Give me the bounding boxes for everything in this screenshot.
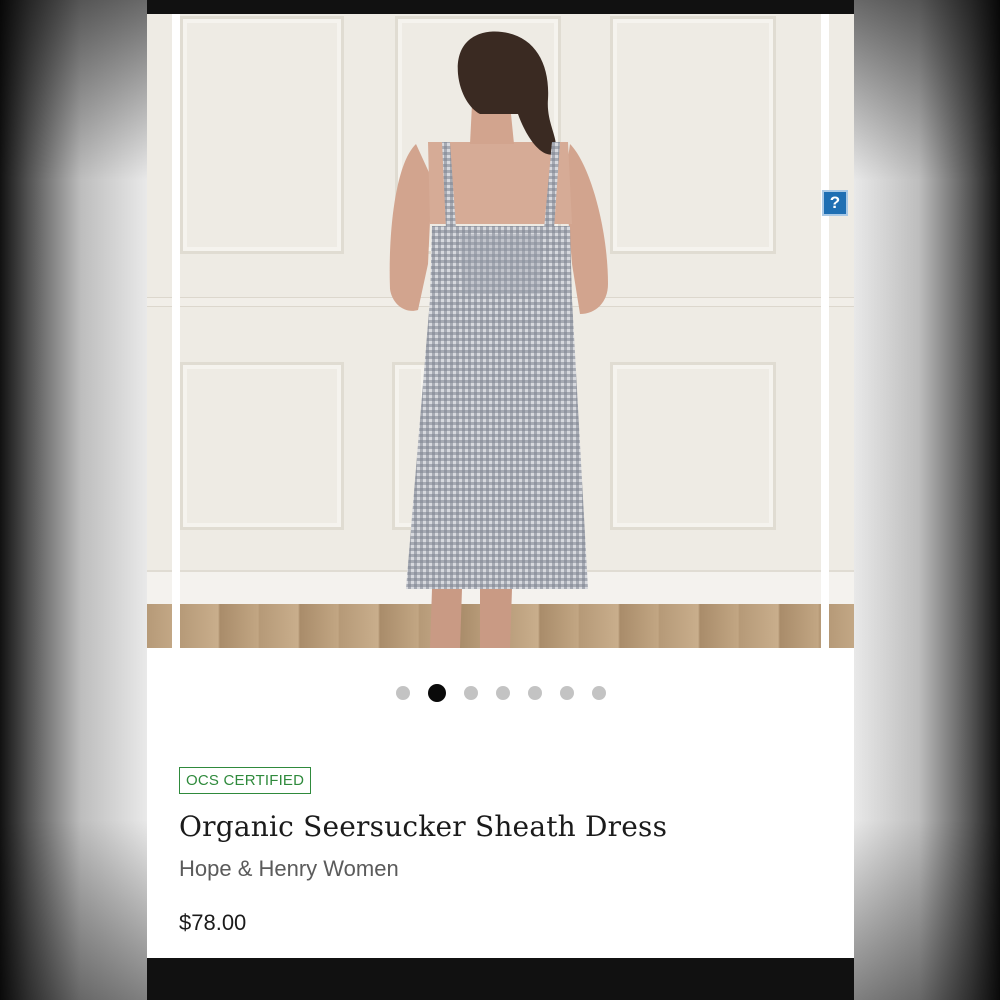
top-letterbox (147, 0, 854, 14)
pagination-dot-4[interactable] (495, 686, 510, 700)
pagination-dot-3[interactable] (463, 686, 478, 700)
blurred-side-left (0, 0, 147, 1000)
wall-background (829, 14, 854, 604)
wood-floor (829, 604, 854, 648)
pagination-dot-5[interactable] (527, 686, 542, 700)
pagination-dot-1[interactable] (395, 686, 410, 700)
product-screen: ? OCS CERTIFIED Organic Seersucker Sheat… (147, 14, 854, 958)
gallery-slide-previous[interactable] (147, 14, 172, 648)
gallery-pagination (147, 683, 854, 703)
chair-rail (829, 297, 854, 307)
model-wearing-dress (389, 31, 608, 648)
product-brand[interactable]: Hope & Henry Women (179, 856, 399, 882)
baseboard (147, 570, 172, 606)
certification-badge: OCS CERTIFIED (179, 767, 312, 794)
wall-background (147, 14, 172, 604)
pagination-dot-7[interactable] (591, 686, 606, 700)
product-title: Organic Seersucker Sheath Dress (179, 810, 668, 843)
wood-floor (147, 604, 172, 648)
help-icon[interactable]: ? (822, 190, 848, 216)
baseboard (829, 570, 854, 606)
chair-rail (147, 297, 172, 307)
product-price: $78.00 (179, 910, 247, 935)
gallery-slide-current[interactable] (180, 14, 821, 648)
pagination-dot-2[interactable] (427, 684, 446, 702)
gallery-slide-next[interactable] (829, 14, 854, 648)
pagination-dot-6[interactable] (559, 686, 574, 700)
image-gallery[interactable]: ? (147, 14, 854, 648)
bottom-letterbox (147, 958, 854, 1000)
blurred-side-right (853, 0, 1000, 1000)
